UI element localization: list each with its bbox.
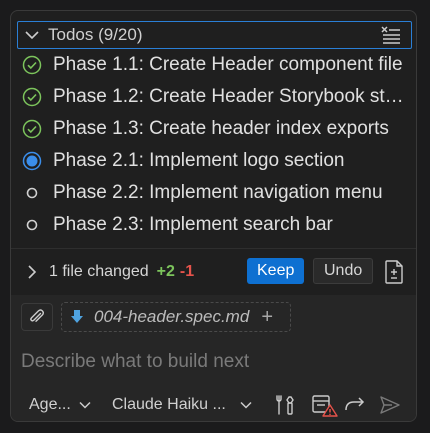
continue-arrow-icon[interactable] — [343, 393, 367, 417]
todo-item[interactable]: Phase 1.1: Create Header component file — [11, 49, 416, 81]
todo-label: Phase 2.3: Implement search bar — [53, 214, 333, 235]
todo-label: Phase 1.1: Create Header component file — [53, 54, 403, 75]
check-circle-icon — [21, 118, 43, 140]
clear-todos-icon[interactable] — [379, 25, 401, 45]
check-circle-icon — [21, 54, 43, 76]
empty-circle-icon — [21, 182, 43, 204]
keep-button[interactable]: Keep — [247, 258, 305, 284]
todo-label: Phase 2.2: Implement navigation menu — [53, 182, 383, 203]
todo-label: Phase 2.1: Implement logo section — [53, 150, 345, 171]
send-icon[interactable] — [378, 393, 402, 417]
chat-input-area: 004-header.spec.md + Age... Claude Haiku… — [11, 295, 416, 421]
chevron-down-icon — [79, 401, 91, 409]
attached-file-chip[interactable]: 004-header.spec.md + — [61, 302, 291, 332]
prompt-input[interactable] — [21, 349, 401, 375]
todo-label: Phase 1.2: Create Header Storybook stori… — [53, 86, 408, 107]
check-circle-icon — [21, 86, 43, 108]
mode-dropdown[interactable]: Age... — [29, 391, 91, 419]
lines-removed-count: -1 — [179, 263, 195, 280]
todo-label: Phase 1.3: Create header index exports — [53, 118, 389, 139]
todos-title: Todos (9/20) — [48, 25, 143, 44]
todo-item[interactable]: Phase 2.2: Implement navigation menu — [11, 177, 416, 209]
markdown-file-icon — [70, 308, 86, 326]
changes-row: 1 file changed +2 -1 Keep Undo — [11, 254, 416, 290]
todo-item[interactable]: Phase 1.2: Create Header Storybook stori… — [11, 81, 416, 113]
chevron-down-icon — [240, 401, 252, 409]
divider — [11, 248, 416, 249]
paperclip-icon[interactable] — [21, 303, 53, 331]
todo-item[interactable]: Phase 2.1: Implement logo section — [11, 145, 416, 177]
in-progress-circle-icon — [21, 150, 43, 172]
todo-list: Phase 1.1: Create Header component file … — [11, 49, 416, 241]
chevron-right-icon[interactable] — [27, 264, 41, 280]
attached-file-name: 004-header.spec.md — [94, 307, 250, 326]
mode-label: Age... — [29, 396, 71, 413]
chat-panel: Todos (9/20) Phase 1.1: Create Header co… — [10, 10, 417, 422]
todo-item[interactable]: Phase 1.3: Create header index exports — [11, 113, 416, 145]
add-context-button[interactable]: + — [261, 306, 273, 329]
chevron-down-icon[interactable] — [18, 22, 46, 48]
context-warning-icon[interactable] — [311, 393, 339, 417]
todos-header[interactable]: Todos (9/20) — [17, 21, 412, 49]
todo-item[interactable]: Phase 2.3: Implement search bar — [11, 209, 416, 241]
input-toolbar: Age... Claude Haiku ... — [11, 391, 416, 419]
view-changes-icon[interactable] — [381, 258, 407, 286]
lines-added-count: +2 — [156, 263, 175, 280]
undo-button[interactable]: Undo — [313, 258, 374, 284]
model-dropdown[interactable]: Claude Haiku ... — [112, 391, 252, 419]
model-label: Claude Haiku ... — [112, 396, 226, 413]
empty-circle-icon — [21, 214, 43, 236]
tools-icon[interactable] — [273, 393, 297, 417]
files-changed-text[interactable]: 1 file changed — [49, 263, 149, 281]
